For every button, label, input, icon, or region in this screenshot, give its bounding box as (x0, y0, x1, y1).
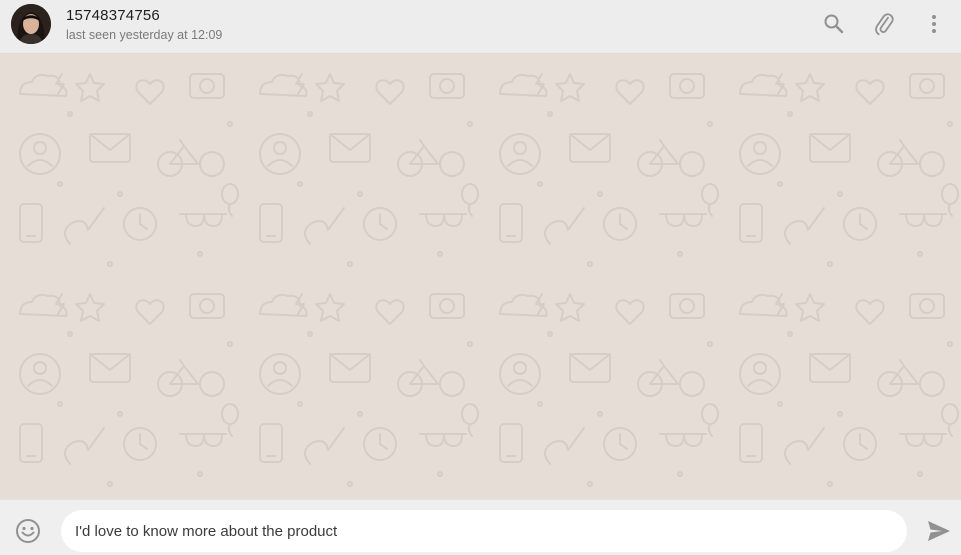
more-vertical-icon[interactable] (922, 12, 946, 36)
avatar[interactable] (11, 4, 51, 44)
contact-name[interactable]: 15748374756 (66, 7, 160, 24)
chat-header: 15748374756 last seen yesterday at 12:09 (0, 0, 961, 54)
paperclip-icon[interactable] (872, 12, 896, 36)
smiley-icon[interactable] (15, 518, 41, 544)
chat-messages-area[interactable] (0, 54, 961, 499)
search-icon[interactable] (822, 12, 846, 36)
message-input[interactable] (61, 510, 907, 552)
message-composer (0, 499, 961, 555)
doodle-wallpaper (0, 54, 961, 499)
whatsapp-chat-window: 15748374756 last seen yesterday at 12:09 (0, 0, 961, 555)
last-seen-status: last seen yesterday at 12:09 (66, 28, 223, 42)
send-icon[interactable] (926, 519, 952, 543)
